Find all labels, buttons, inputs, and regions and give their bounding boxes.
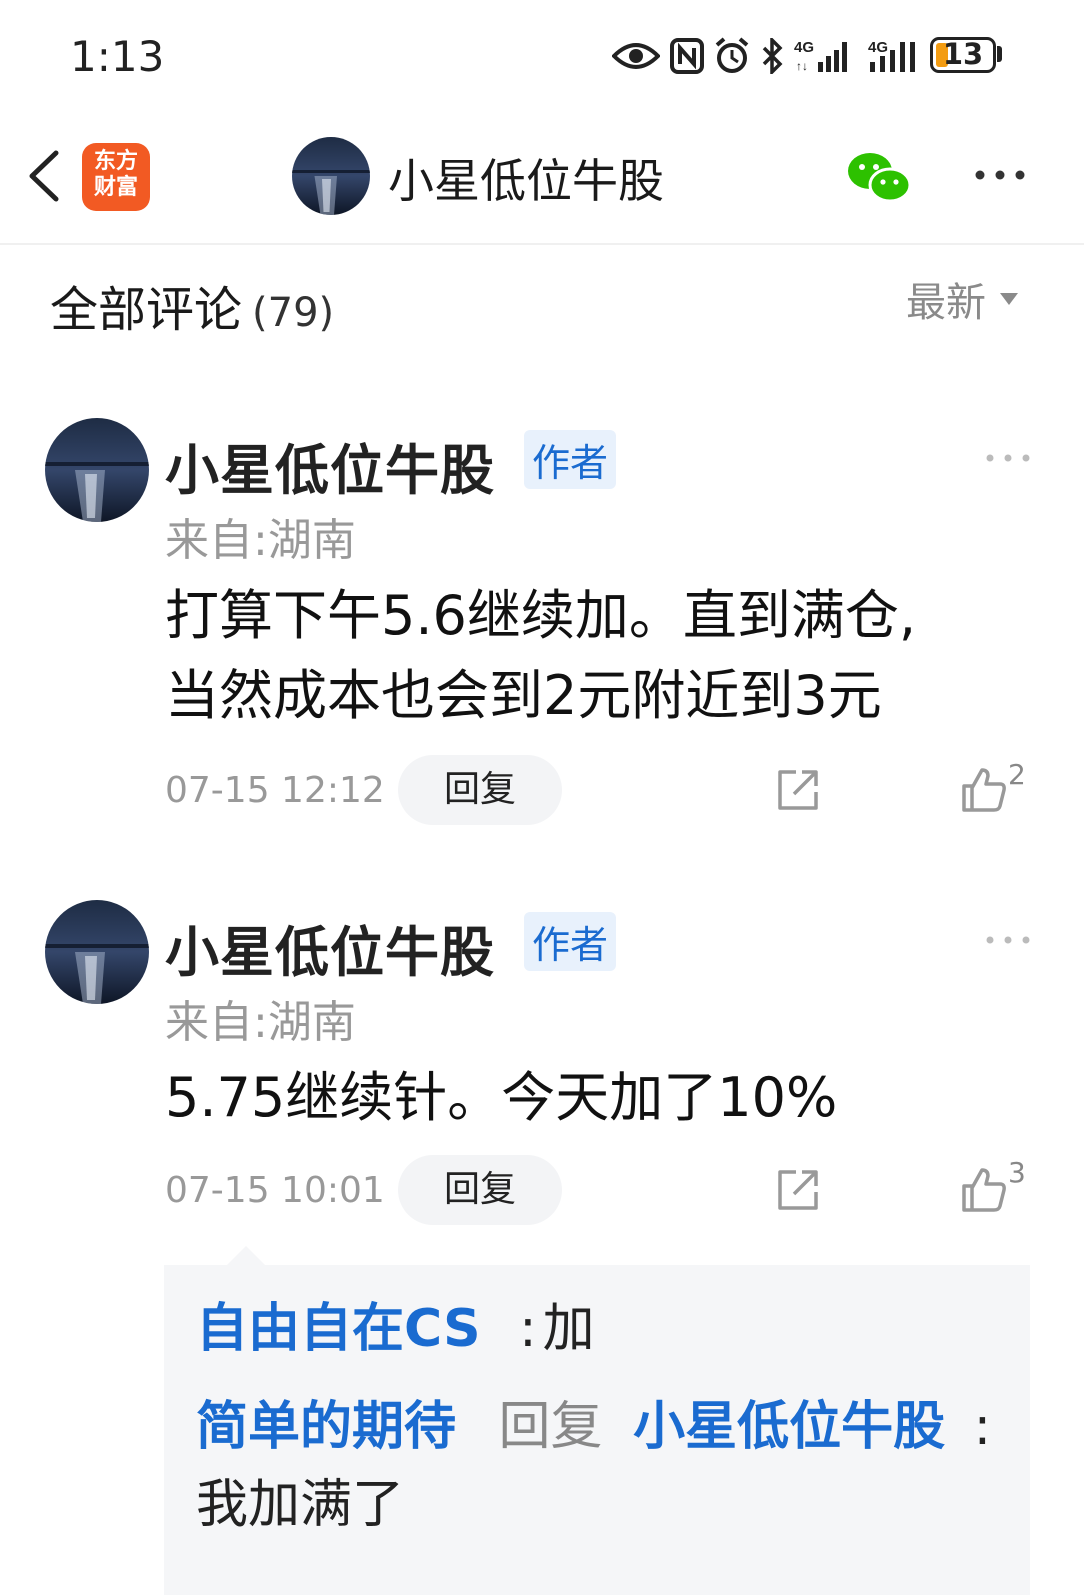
- more-icon[interactable]: [984, 448, 1032, 468]
- avatar[interactable]: [45, 418, 149, 522]
- comment-time: 07-15 12:12: [165, 770, 385, 811]
- signal-4g-icon: 4G ↑↓: [794, 39, 847, 73]
- status-bar: 1:13 4G ↑↓ 4G 13: [0, 0, 1084, 115]
- bluetooth-icon: [762, 38, 783, 74]
- reply-button[interactable]: 回复: [398, 755, 562, 825]
- page-title: 小星低位牛股: [388, 154, 664, 208]
- comment-item: 小星低位牛股 作者 来自:湖南 5.75继续针。今天加了10% 07-15 10…: [0, 900, 1084, 1230]
- reply-button[interactable]: 回复: [398, 1155, 562, 1225]
- more-icon[interactable]: [970, 155, 1030, 195]
- author-badge: 作者: [524, 430, 617, 489]
- thumbs-up-icon[interactable]: [960, 766, 1008, 812]
- comment-count: (79): [252, 290, 335, 336]
- status-time: 1:13: [70, 32, 165, 81]
- sort-dropdown[interactable]: 最新: [906, 270, 1018, 328]
- alarm-icon: [715, 37, 749, 73]
- back-icon[interactable]: [20, 145, 70, 207]
- like-count: 2: [1008, 758, 1026, 791]
- nav-bar: 东方 财富 小星低位牛股: [0, 115, 1084, 245]
- section-title: 全部评论 (79): [50, 282, 335, 338]
- reply-user[interactable]: 自由自在CS: [196, 1299, 481, 1359]
- like-count: 3: [1008, 1156, 1026, 1189]
- more-icon[interactable]: [984, 930, 1032, 950]
- comment-item: 小星低位牛股 作者 来自:湖南 打算下午5.6继续加。直到满仓, 当然成本也会到…: [0, 418, 1084, 838]
- nfc-icon: [670, 38, 704, 74]
- share-icon[interactable]: [774, 766, 822, 814]
- reply-item[interactable]: 简单的期待 回复 小星低位牛股 : 我加满了: [196, 1388, 996, 1544]
- battery-level: 13: [942, 37, 984, 71]
- comment-location: 来自:湖南: [165, 997, 356, 1048]
- share-icon[interactable]: [774, 1166, 822, 1214]
- caret-down-icon: [1000, 293, 1018, 305]
- reply-user[interactable]: 简单的期待: [196, 1397, 456, 1457]
- comment-text: 5.75继续针。今天加了10%: [165, 1066, 838, 1129]
- svg-text:4G: 4G: [794, 39, 814, 56]
- app-logo[interactable]: 东方 财富: [82, 143, 150, 211]
- signal-4g-icon: 4G: [868, 39, 915, 72]
- comment-author[interactable]: 小星低位牛股: [165, 426, 495, 505]
- reply-item[interactable]: 自由自在CS :加: [196, 1290, 996, 1368]
- reply-text: 我加满了: [196, 1475, 405, 1535]
- svg-text:4G: 4G: [868, 39, 888, 56]
- comment-text: 打算下午5.6继续加。直到满仓, 当然成本也会到2元附近到3元: [165, 584, 917, 727]
- author-badge: 作者: [524, 912, 617, 971]
- reply-box-arrow: [226, 1246, 266, 1266]
- wechat-icon[interactable]: [846, 149, 912, 205]
- battery-indicator: 13: [930, 37, 996, 73]
- comment-location: 来自:湖南: [165, 515, 356, 566]
- avatar[interactable]: [45, 900, 149, 1004]
- reply-target[interactable]: 小星低位牛股: [633, 1397, 945, 1457]
- thumbs-up-icon[interactable]: [960, 1166, 1008, 1212]
- svg-text:↑↓: ↑↓: [796, 59, 808, 73]
- avatar[interactable]: [292, 137, 370, 215]
- comment-time: 07-15 10:01: [165, 1170, 385, 1211]
- reply-text: 加: [542, 1299, 595, 1359]
- eye-icon: [612, 43, 660, 69]
- comment-author[interactable]: 小星低位牛股: [165, 908, 495, 987]
